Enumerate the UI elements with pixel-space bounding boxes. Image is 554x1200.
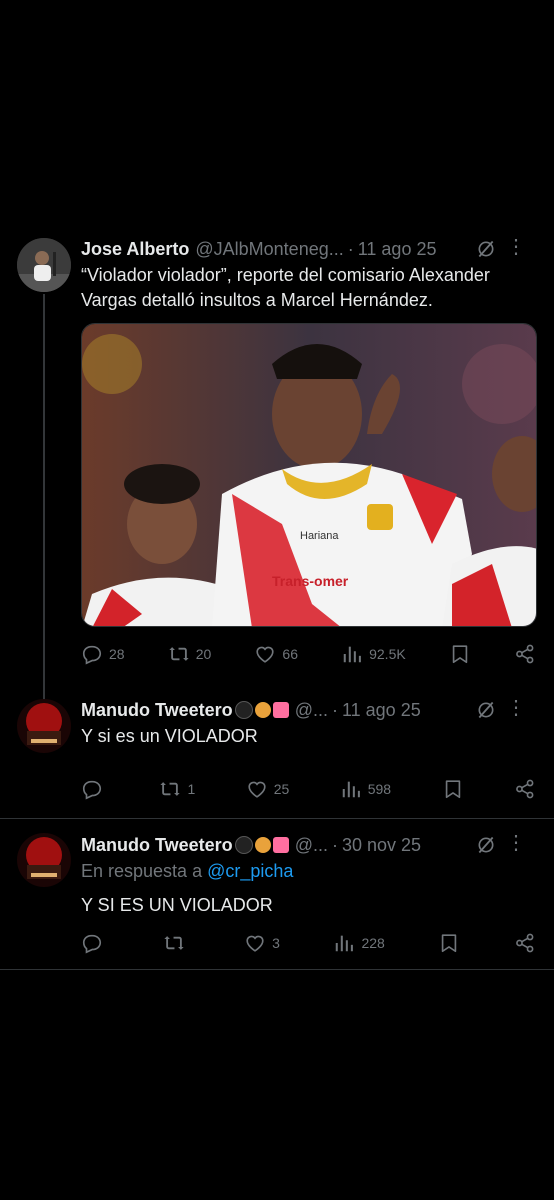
tweet-2[interactable]: Manudo Tweetero @... · 11 ago 25 ⋮ Y si …	[0, 697, 554, 815]
reply-context: En respuesta a @cr_picha	[81, 861, 293, 882]
avatar[interactable]	[17, 238, 71, 292]
like-button[interactable]: 25	[246, 778, 290, 800]
share-button[interactable]	[514, 643, 536, 665]
bookmark-button[interactable]	[449, 643, 471, 665]
share-button[interactable]	[514, 778, 536, 800]
divider	[0, 818, 554, 819]
retweet-button[interactable]: 1	[159, 778, 195, 800]
grok-icon[interactable]	[476, 835, 496, 855]
reply-button[interactable]	[81, 932, 109, 954]
thread-line	[43, 294, 45, 701]
heart-icon	[244, 932, 266, 954]
tweet-1[interactable]: Jose Alberto @JAlbMonteneg... · 11 ago 2…	[0, 236, 554, 701]
separator-dot: ·	[331, 699, 338, 720]
timestamp[interactable]: 11 ago 25	[358, 239, 437, 260]
retweet-icon	[159, 778, 181, 800]
heart-icon	[246, 778, 268, 800]
views-count: 92.5K	[369, 646, 406, 662]
bookmark-button[interactable]	[442, 778, 464, 800]
black-circle-emoji	[234, 701, 253, 719]
like-count: 66	[282, 646, 298, 662]
reply-button[interactable]: 28	[81, 643, 125, 665]
author-name[interactable]: Jose Alberto	[81, 239, 189, 260]
like-button[interactable]: 66	[254, 643, 298, 665]
timestamp[interactable]: 30 nov 25	[342, 835, 421, 856]
football-player-photo: Hariana Trans-omer	[82, 324, 536, 626]
reply-to-handle-link[interactable]: @cr_picha	[207, 861, 293, 881]
more-icon[interactable]: ⋮	[506, 833, 526, 853]
tweet-actions: 3 228	[81, 930, 536, 956]
views-button[interactable]: 92.5K	[341, 643, 406, 665]
tweet-text: Y SI ES UN VIOLADOR	[81, 895, 273, 915]
author-name[interactable]: Manudo Tweetero	[81, 835, 233, 856]
tweet-text: Y si es un VIOLADOR	[81, 726, 258, 746]
reply-icon	[81, 932, 103, 954]
tweet-3[interactable]: Manudo Tweetero @... · 30 nov 25 ⋮ En re…	[0, 832, 554, 966]
separator-dot: ·	[347, 238, 354, 259]
share-icon	[514, 778, 536, 800]
heart-icon	[254, 643, 276, 665]
avatar-image	[17, 699, 71, 753]
author-handle[interactable]: @...	[295, 700, 328, 721]
avatar-image	[17, 238, 71, 292]
grok-icon[interactable]	[476, 239, 496, 259]
pink-heart-emoji	[272, 702, 289, 718]
avatar[interactable]	[17, 833, 71, 887]
bookmark-icon	[442, 778, 464, 800]
timestamp[interactable]: 11 ago 25	[342, 700, 421, 721]
retweet-button[interactable]	[163, 932, 191, 954]
reply-count: 28	[109, 646, 125, 662]
reply-icon	[81, 778, 103, 800]
views-icon	[340, 778, 362, 800]
more-icon[interactable]: ⋮	[506, 237, 526, 257]
tweet-image[interactable]: Hariana Trans-omer	[81, 323, 537, 627]
views-button[interactable]: 228	[333, 932, 385, 954]
more-icon[interactable]: ⋮	[506, 698, 526, 718]
tweet-actions: 28 20 66 92.5K	[81, 641, 536, 667]
share-button[interactable]	[514, 932, 536, 954]
views-count: 228	[361, 935, 385, 951]
bookmark-icon	[449, 643, 471, 665]
author-name[interactable]: Manudo Tweetero	[81, 700, 233, 721]
bookmark-button[interactable]	[438, 932, 460, 954]
lion-emoji	[254, 702, 271, 718]
views-button[interactable]: 598	[340, 778, 391, 800]
jersey-sponsor-trans: Trans-omer	[272, 573, 349, 589]
grok-icon[interactable]	[476, 700, 496, 720]
tweet-text: “Violador violador”, reporte del comisar…	[81, 265, 490, 310]
jersey-sponsor-hariana: Hariana	[300, 530, 339, 542]
retweet-icon	[168, 643, 190, 665]
like-button[interactable]: 3	[244, 932, 280, 954]
views-icon	[341, 643, 363, 665]
pink-heart-emoji	[272, 837, 289, 853]
bookmark-icon	[438, 932, 460, 954]
retweet-button[interactable]: 20	[168, 643, 212, 665]
retweet-count: 20	[195, 646, 212, 662]
reply-prefix: En respuesta a	[81, 861, 203, 881]
like-count: 25	[273, 781, 290, 797]
retweet-icon	[163, 932, 185, 954]
black-circle-emoji	[234, 836, 253, 854]
like-count: 3	[272, 935, 280, 951]
reply-button[interactable]	[81, 778, 109, 800]
avatar[interactable]	[17, 699, 71, 753]
views-count: 598	[367, 781, 392, 797]
share-icon	[514, 932, 536, 954]
divider	[0, 969, 554, 970]
author-handle[interactable]: @JAlbMonteneg...	[195, 239, 343, 260]
views-icon	[333, 932, 355, 954]
reply-icon	[81, 643, 103, 665]
author-handle[interactable]: @...	[295, 835, 328, 856]
lion-emoji	[254, 837, 271, 853]
retweet-count: 1	[187, 781, 196, 797]
separator-dot: ·	[331, 834, 338, 855]
tweet-actions: 1 25 598	[81, 776, 536, 802]
avatar-image	[17, 833, 71, 887]
share-icon	[514, 643, 536, 665]
